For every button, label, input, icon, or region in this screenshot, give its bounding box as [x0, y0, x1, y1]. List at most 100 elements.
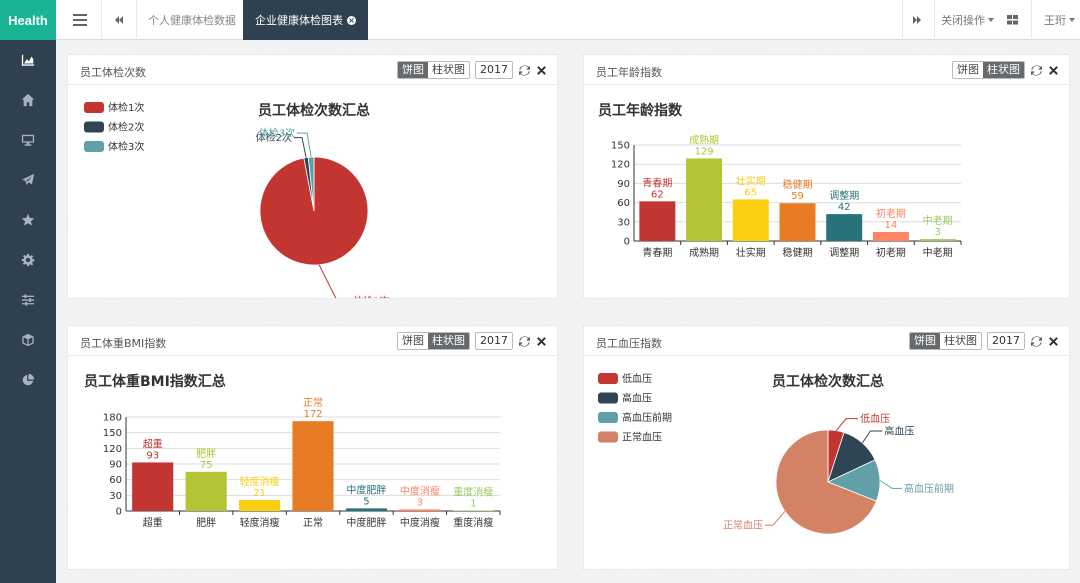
close-icon[interactable] — [536, 336, 547, 347]
bar-value-label: 42 — [838, 202, 851, 213]
y-tick-label: 150 — [103, 428, 122, 439]
close-icon[interactable] — [1048, 336, 1059, 347]
chart-title: 员工年龄指数 — [598, 102, 683, 119]
x-tick-label: 超重 — [143, 516, 163, 529]
tab-scroll-left-icon[interactable] — [108, 0, 130, 40]
bar-category-label: 重度消瘦 — [453, 485, 493, 498]
menu-toggle-icon[interactable] — [66, 0, 94, 40]
grid-icon[interactable] — [1002, 0, 1022, 40]
sliders-icon[interactable] — [0, 280, 56, 320]
tab-personal-data[interactable]: 个人健康体检数据 — [136, 0, 248, 40]
bar-value-label: 14 — [885, 220, 898, 231]
legend-swatch — [598, 392, 618, 404]
bar-toggle-button[interactable]: 柱状图 — [428, 62, 469, 78]
chart-type-toggle: 饼图 柱状图 — [397, 332, 470, 350]
legend-swatch — [84, 141, 104, 152]
chart-area-icon[interactable] — [0, 40, 56, 80]
bar — [292, 421, 334, 511]
bar-category-label: 初老期 — [876, 207, 906, 220]
x-tick-label: 中度消瘦 — [400, 516, 440, 529]
label-line — [835, 418, 859, 431]
bar — [185, 471, 227, 511]
x-tick-label: 稳健期 — [783, 246, 813, 259]
pie-toggle-button[interactable]: 饼图 — [953, 62, 983, 78]
chart-title: 员工体检次数汇总 — [772, 373, 884, 390]
y-tick-label: 120 — [611, 160, 630, 171]
x-tick-label: 轻度消瘦 — [240, 516, 280, 529]
y-tick-label: 60 — [109, 475, 122, 486]
cube-icon[interactable] — [0, 320, 56, 360]
refresh-icon[interactable] — [1031, 64, 1042, 76]
x-tick-label: 重度消瘦 — [453, 516, 493, 529]
year-select[interactable]: 2017 — [475, 332, 513, 350]
pie-chart-icon[interactable] — [0, 360, 56, 400]
bar-category-label: 稳健期 — [783, 178, 813, 191]
y-tick-label: 90 — [617, 179, 630, 190]
close-operations-dropdown[interactable]: 关闭操作 — [941, 0, 994, 40]
bar-category-label: 成熟期 — [689, 133, 719, 146]
pie-label: 正常血压 — [723, 519, 763, 532]
refresh-icon[interactable] — [1031, 335, 1042, 347]
bar — [732, 199, 769, 241]
brand-logo[interactable]: Health — [0, 0, 56, 40]
x-tick-label: 肥胖 — [196, 517, 216, 529]
panel-bmi-index: 员工体重BMI指数 饼图 柱状图 2017 员工体重BMI指数汇总 0 30 60 90… — [67, 325, 558, 570]
legend-label: 体检1次 — [108, 101, 144, 114]
legend-swatch — [598, 431, 618, 443]
home-icon[interactable] — [0, 80, 56, 120]
label-line — [297, 132, 312, 158]
label-line — [764, 510, 786, 526]
tab-scroll-right-icon[interactable] — [906, 0, 928, 40]
age-index-bar-chart: 员工年龄指数0306090120150青春期青春期62成熟期成熟期129壮实期壮… — [598, 102, 962, 259]
tab-label: 个人健康体检数据 — [148, 14, 236, 27]
bar-category-label: 壮实期 — [736, 174, 766, 187]
refresh-icon[interactable] — [519, 335, 530, 347]
user-menu[interactable]: 王珩 — [1044, 0, 1075, 40]
exam-count-pie-chart: 员工体检次数汇总体检1次体检2次体检3次体检1次体检2次体检3次 — [84, 101, 389, 298]
bar-value-label: 59 — [791, 191, 804, 202]
year-select[interactable]: 2017 — [475, 61, 513, 79]
label-line — [294, 137, 307, 158]
tab-company-charts[interactable]: 企业健康体检图表 × — [243, 0, 368, 40]
refresh-icon[interactable] — [519, 64, 530, 76]
bar-value-label: 3 — [934, 227, 940, 238]
y-tick-label: 0 — [116, 507, 122, 518]
pie-label: 低血压 — [860, 412, 890, 425]
bar-value-label: 75 — [200, 460, 213, 471]
bar-value-label: 172 — [303, 409, 322, 420]
year-select[interactable]: 2017 — [987, 332, 1025, 350]
chart-title: 员工体检次数汇总 — [258, 102, 370, 119]
star-icon[interactable] — [0, 200, 56, 240]
bar — [239, 500, 281, 511]
close-icon[interactable]: × — [347, 15, 356, 25]
bar-value-label: 21 — [253, 488, 266, 499]
bar — [919, 239, 956, 241]
desktop-icon[interactable] — [0, 120, 56, 160]
label-line — [861, 430, 883, 444]
pie-toggle-button[interactable]: 饼图 — [398, 62, 428, 78]
panel-exam-count: 员工体检次数 饼图 柱状图 2017 员工体检次数汇总 体检1次 体检2次 体检3次体… — [67, 54, 558, 299]
panel-title: 员工体重BMI指数 — [80, 337, 167, 350]
bar — [872, 232, 909, 241]
bar-category-label: 正常 — [303, 396, 323, 409]
bar — [686, 158, 723, 241]
bar-category-label: 中度肥胖 — [346, 483, 386, 496]
legend-label: 高血压前期 — [622, 411, 672, 424]
bar-value-label: 3 — [417, 497, 423, 508]
paper-plane-icon[interactable] — [0, 160, 56, 200]
sidebar: Health — [0, 0, 56, 583]
bar-toggle-button[interactable]: 柱状图 — [983, 62, 1024, 78]
pie-label: 体检1次 — [353, 294, 389, 298]
bar-toggle-button[interactable]: 柱状图 — [428, 333, 469, 349]
pie-toggle-button[interactable]: 饼图 — [910, 333, 940, 349]
bar-value-label: 65 — [744, 187, 757, 198]
gear-icon[interactable] — [0, 240, 56, 280]
bar-toggle-button[interactable]: 柱状图 — [940, 333, 981, 349]
y-tick-label: 90 — [109, 460, 122, 471]
x-tick-label: 壮实期 — [736, 246, 766, 259]
pie-toggle-button[interactable]: 饼图 — [398, 333, 428, 349]
close-icon[interactable] — [536, 65, 547, 76]
panel-header: 员工血压指数 饼图 柱状图 2017 — [584, 326, 1069, 356]
close-icon[interactable] — [1048, 65, 1059, 76]
pie-label: 体检3次 — [259, 127, 295, 140]
